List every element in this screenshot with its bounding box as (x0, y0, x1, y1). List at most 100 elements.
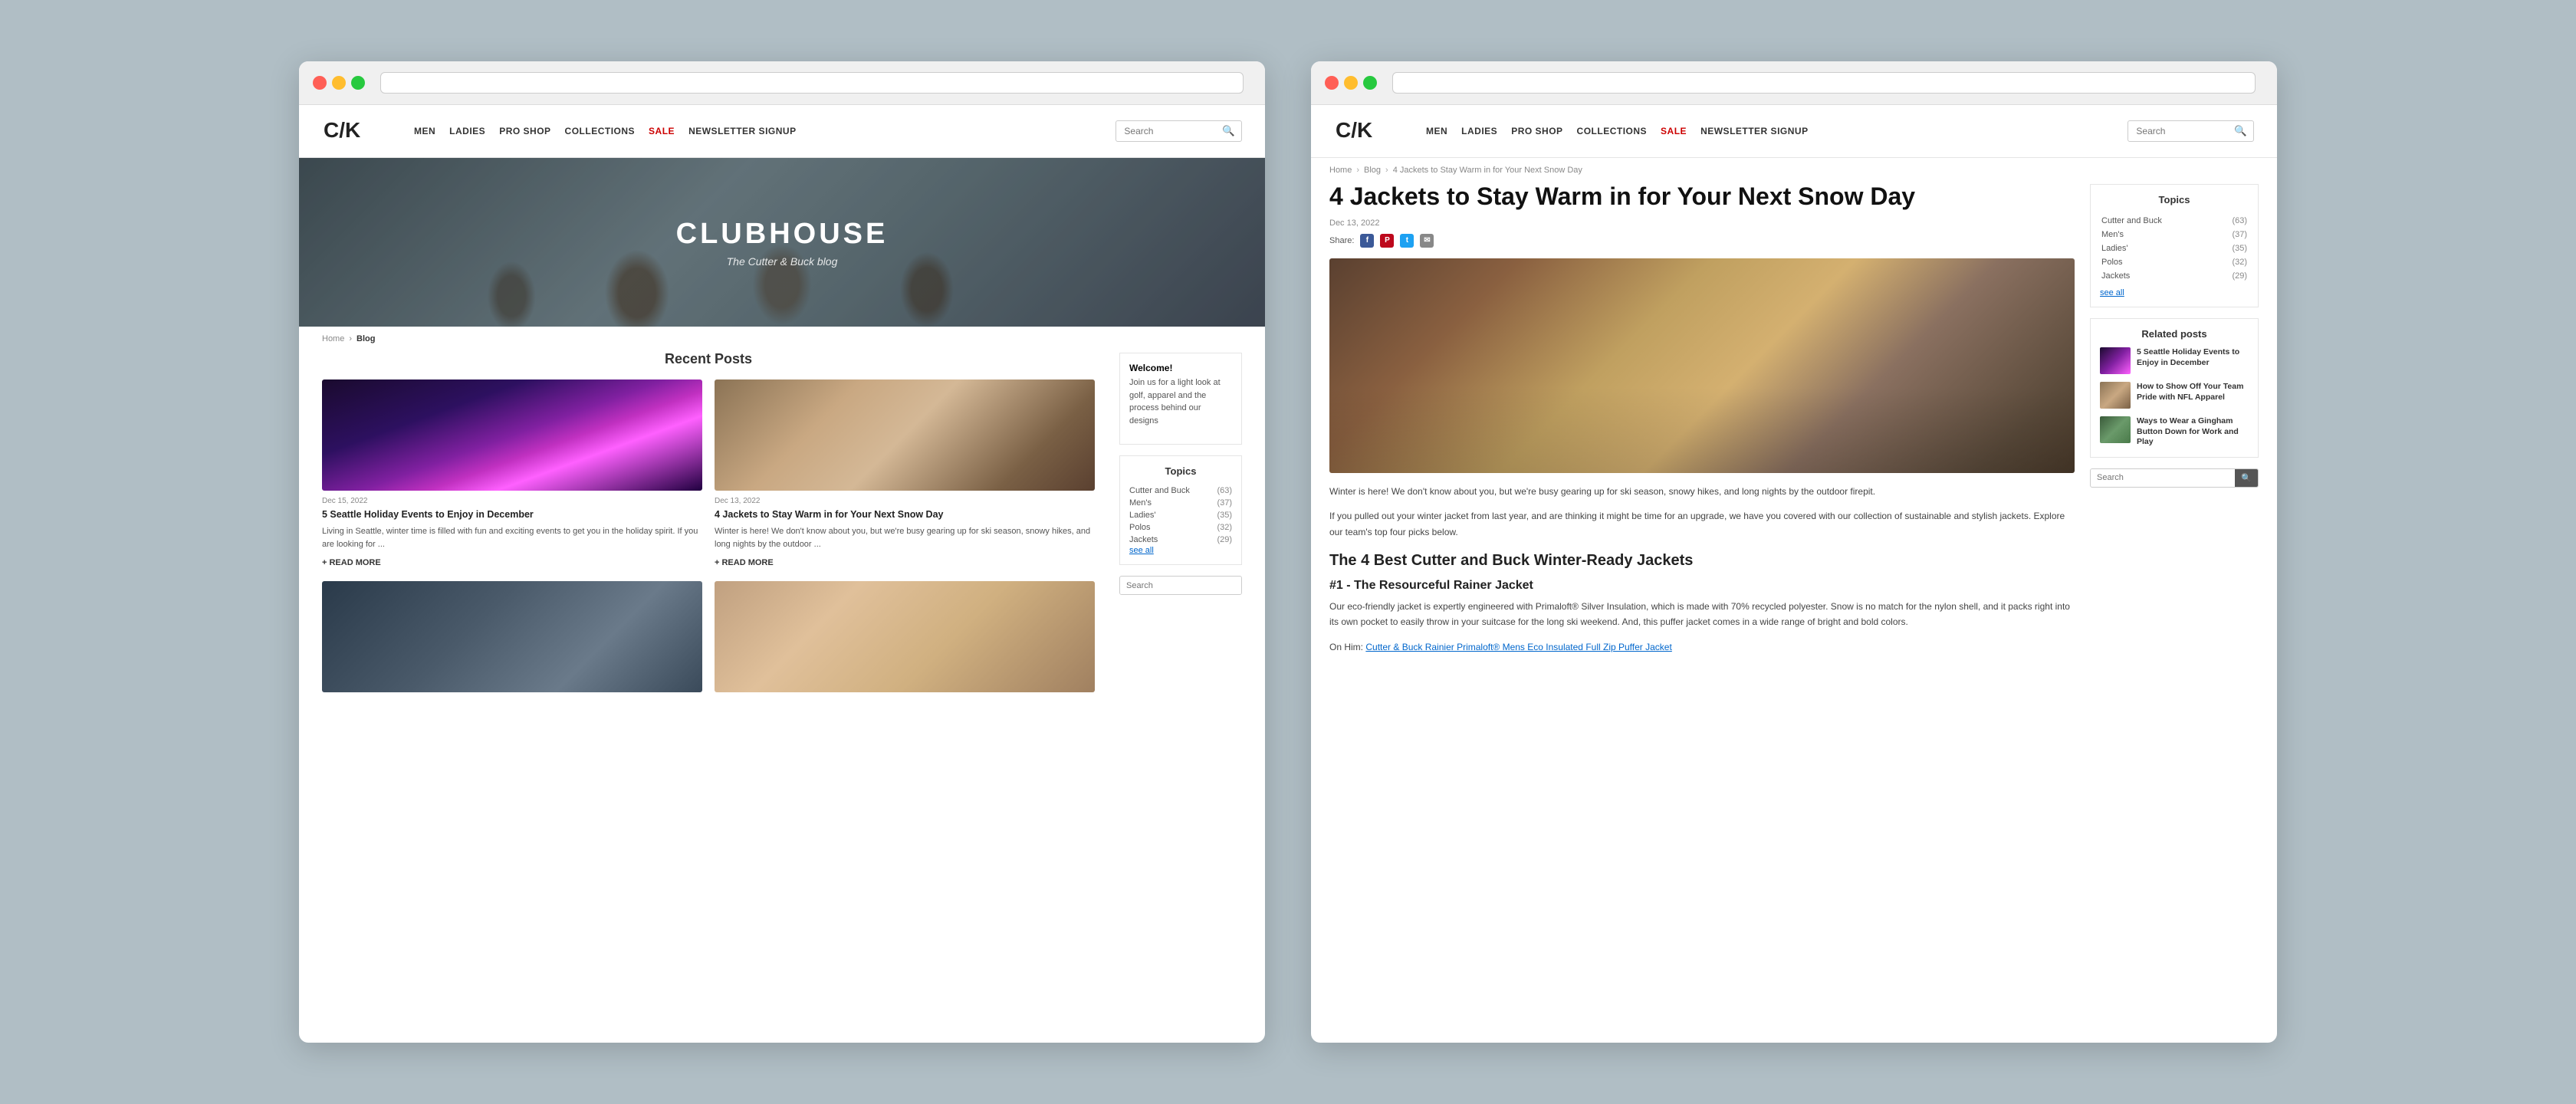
post-image-1 (322, 380, 702, 491)
related-post-0[interactable]: 5 Seattle Holiday Events to Enjoy in Dec… (2100, 347, 2249, 374)
topic-item-0[interactable]: Cutter and Buck (63) (1129, 485, 1232, 497)
topic-row-4[interactable]: Jackets (29) (2101, 270, 2247, 282)
topic-item-3[interactable]: Polos (32) (1129, 521, 1232, 534)
blog-sidebar-left: Welcome! Join us for a light look at gol… (1119, 351, 1242, 698)
post-title-2: 4 Jackets to Stay Warm in for Your Next … (715, 508, 1095, 521)
search-button-left[interactable]: 🔍 (1216, 122, 1241, 140)
search-button-right[interactable]: 🔍 (2228, 122, 2253, 140)
topic-name-1: Men's (2101, 228, 2217, 241)
nav-sale-right[interactable]: SALE (1661, 126, 1687, 136)
topic-link-2[interactable]: Ladies' (1129, 511, 1156, 520)
topic-name-0: Cutter and Buck (2101, 215, 2217, 227)
site-header-right: C/K MEN LADIES PRO SHOP COLLECTIONS SALE… (1311, 105, 2277, 158)
breadcrumb-home-right[interactable]: Home (1329, 166, 1352, 175)
search-bar-left: 🔍 (1116, 120, 1242, 142)
close-button-right[interactable] (1325, 76, 1339, 90)
maximize-button-left[interactable] (351, 76, 365, 90)
nav-ladies-left[interactable]: LADIES (449, 126, 485, 136)
topics-list-left: Cutter and Buck (63) Men's (37) Ladies' … (1129, 485, 1232, 546)
post-excerpt-2: Winter is here! We don't know about you,… (715, 525, 1095, 550)
minimize-button-left[interactable] (332, 76, 346, 90)
post-card-3[interactable] (322, 581, 702, 698)
topic-item-2[interactable]: Ladies' (35) (1129, 509, 1232, 521)
logo-right[interactable]: C/K (1334, 116, 1403, 146)
breadcrumb-home-left[interactable]: Home (322, 334, 344, 343)
email-share-icon[interactable]: ✉ (1420, 234, 1434, 248)
article-product-link[interactable]: Cutter & Buck Rainier Primaloft® Mens Ec… (1365, 642, 1671, 652)
blog-main-area: Recent Posts Dec 15, 2022 5 Seattle Holi… (299, 351, 1265, 698)
minimize-button-right[interactable] (1344, 76, 1358, 90)
related-post-title-1: How to Show Off Your Team Pride with NFL… (2137, 382, 2249, 402)
search-input-right[interactable] (2128, 123, 2228, 140)
topic-item-4[interactable]: Jackets (29) (1129, 534, 1232, 546)
topics-title-right: Topics (2100, 194, 2249, 205)
nav-collections-right[interactable]: COLLECTIONS (1577, 126, 1648, 136)
topic-row-2[interactable]: Ladies' (35) (2101, 242, 2247, 255)
topic-cnt-0: (63) (2219, 215, 2247, 227)
topic-name-4: Jackets (2101, 270, 2217, 282)
address-bar-left[interactable] (380, 72, 1244, 94)
pinterest-share-icon[interactable]: P (1380, 234, 1394, 248)
hero-title: CLUBHOUSE (676, 218, 889, 251)
traffic-lights-left (313, 76, 365, 90)
breadcrumb-article-right: 4 Jackets to Stay Warm in for Your Next … (1393, 166, 1582, 175)
topic-link-0[interactable]: Cutter and Buck (1129, 486, 1190, 495)
nav-men-left[interactable]: MEN (414, 126, 435, 136)
post-card-2[interactable]: Dec 13, 2022 4 Jackets to Stay Warm in f… (715, 380, 1095, 569)
sidebar-search-button-left[interactable]: 🔍 (1241, 577, 1242, 594)
topic-count-3: (32) (1217, 523, 1232, 532)
article-title: 4 Jackets to Stay Warm in for Your Next … (1329, 182, 2075, 211)
hero-subtitle: The Cutter & Buck blog (727, 255, 838, 268)
sidebar-search-input-left[interactable] (1120, 577, 1241, 594)
svg-text:C/K: C/K (1336, 118, 1372, 142)
nav-proshop-right[interactable]: PRO SHOP (1511, 126, 1562, 136)
welcome-widget: Welcome! Join us for a light look at gol… (1119, 353, 1242, 445)
nav-newsletter-right[interactable]: NEWSLETTER SIGNUP (1700, 126, 1809, 136)
left-browser-window: C/K MEN LADIES PRO SHOP COLLECTIONS SALE… (299, 61, 1265, 1043)
related-post-1[interactable]: How to Show Off Your Team Pride with NFL… (2100, 382, 2249, 409)
topics-widget-right: Topics Cutter and Buck (63) Men's (37) L… (2090, 184, 2259, 307)
search-input-left[interactable] (1116, 123, 1216, 140)
main-nav-right: MEN LADIES PRO SHOP COLLECTIONS SALE NEW… (1426, 126, 2112, 136)
nav-ladies-right[interactable]: LADIES (1461, 126, 1497, 136)
nav-newsletter-left[interactable]: NEWSLETTER SIGNUP (688, 126, 797, 136)
address-bar-right[interactable] (1392, 72, 2256, 94)
topic-link-3[interactable]: Polos (1129, 523, 1151, 532)
right-search-input[interactable] (2091, 469, 2235, 486)
topic-row-0[interactable]: Cutter and Buck (63) (2101, 215, 2247, 227)
facebook-share-icon[interactable]: f (1360, 234, 1374, 248)
article-subsection-1: #1 - The Resourceful Rainer Jacket (1329, 579, 2075, 593)
read-more-2[interactable]: + READ MORE (715, 558, 774, 567)
article-date: Dec 13, 2022 (1329, 219, 2075, 228)
logo-icon-right: C/K (1334, 116, 1372, 146)
related-posts-list: 5 Seattle Holiday Events to Enjoy in Dec… (2100, 347, 2249, 448)
related-post-thumb-0 (2100, 347, 2131, 374)
nav-sale-left[interactable]: SALE (649, 126, 675, 136)
post-card-1[interactable]: Dec 15, 2022 5 Seattle Holiday Events to… (322, 380, 702, 569)
topics-widget-left: Topics Cutter and Buck (63) Men's (37) L… (1119, 455, 1242, 565)
nav-men-right[interactable]: MEN (1426, 126, 1447, 136)
nav-proshop-left[interactable]: PRO SHOP (499, 126, 550, 136)
nav-collections-left[interactable]: COLLECTIONS (565, 126, 636, 136)
topic-link-1[interactable]: Men's (1129, 498, 1152, 508)
topic-row-3[interactable]: Polos (32) (2101, 256, 2247, 268)
related-post-2[interactable]: Ways to Wear a Gingham Button Down for W… (2100, 416, 2249, 448)
breadcrumb-blog-right[interactable]: Blog (1364, 166, 1381, 175)
related-posts-widget: Related posts 5 Seattle Holiday Events t… (2090, 318, 2259, 458)
topics-see-all-left[interactable]: see all (1129, 546, 1232, 555)
topic-row-1[interactable]: Men's (37) (2101, 228, 2247, 241)
topic-cnt-4: (29) (2219, 270, 2247, 282)
topics-see-all-right[interactable]: see all (2100, 288, 2249, 297)
share-label: Share: (1329, 236, 1354, 245)
logo-left[interactable]: C/K (322, 116, 391, 146)
article-body-2: If you pulled out your winter jacket fro… (1329, 508, 2075, 540)
topic-item-1[interactable]: Men's (37) (1129, 497, 1232, 509)
right-search-button[interactable]: 🔍 (2235, 469, 2258, 487)
maximize-button-right[interactable] (1363, 76, 1377, 90)
read-more-1[interactable]: + READ MORE (322, 558, 381, 567)
twitter-share-icon[interactable]: t (1400, 234, 1414, 248)
post-card-4[interactable] (715, 581, 1095, 698)
topic-cnt-1: (37) (2219, 228, 2247, 241)
close-button-left[interactable] (313, 76, 327, 90)
topic-link-4[interactable]: Jackets (1129, 535, 1158, 544)
